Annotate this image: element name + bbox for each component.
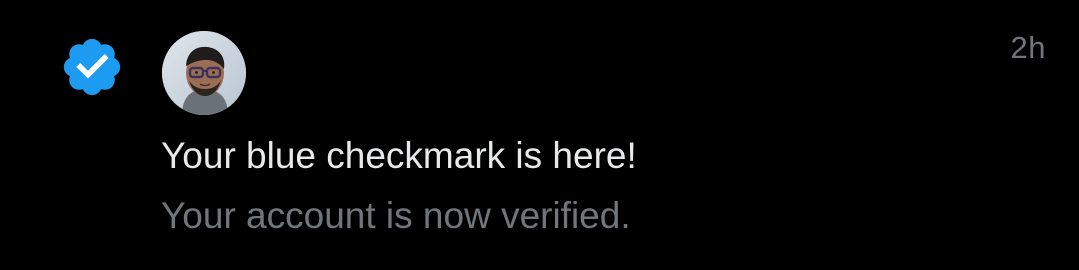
verification-notification[interactable]: 2h Your blue checkmark is here! Your acc…: [0, 0, 1079, 270]
notification-title: Your blue checkmark is here!: [161, 135, 637, 176]
user-avatar-image: [162, 31, 246, 115]
notification-subtitle: Your account is now verified.: [161, 195, 631, 236]
avatar[interactable]: [162, 31, 246, 115]
verified-badge-icon: [63, 38, 121, 96]
timestamp: 2h: [1010, 30, 1046, 65]
